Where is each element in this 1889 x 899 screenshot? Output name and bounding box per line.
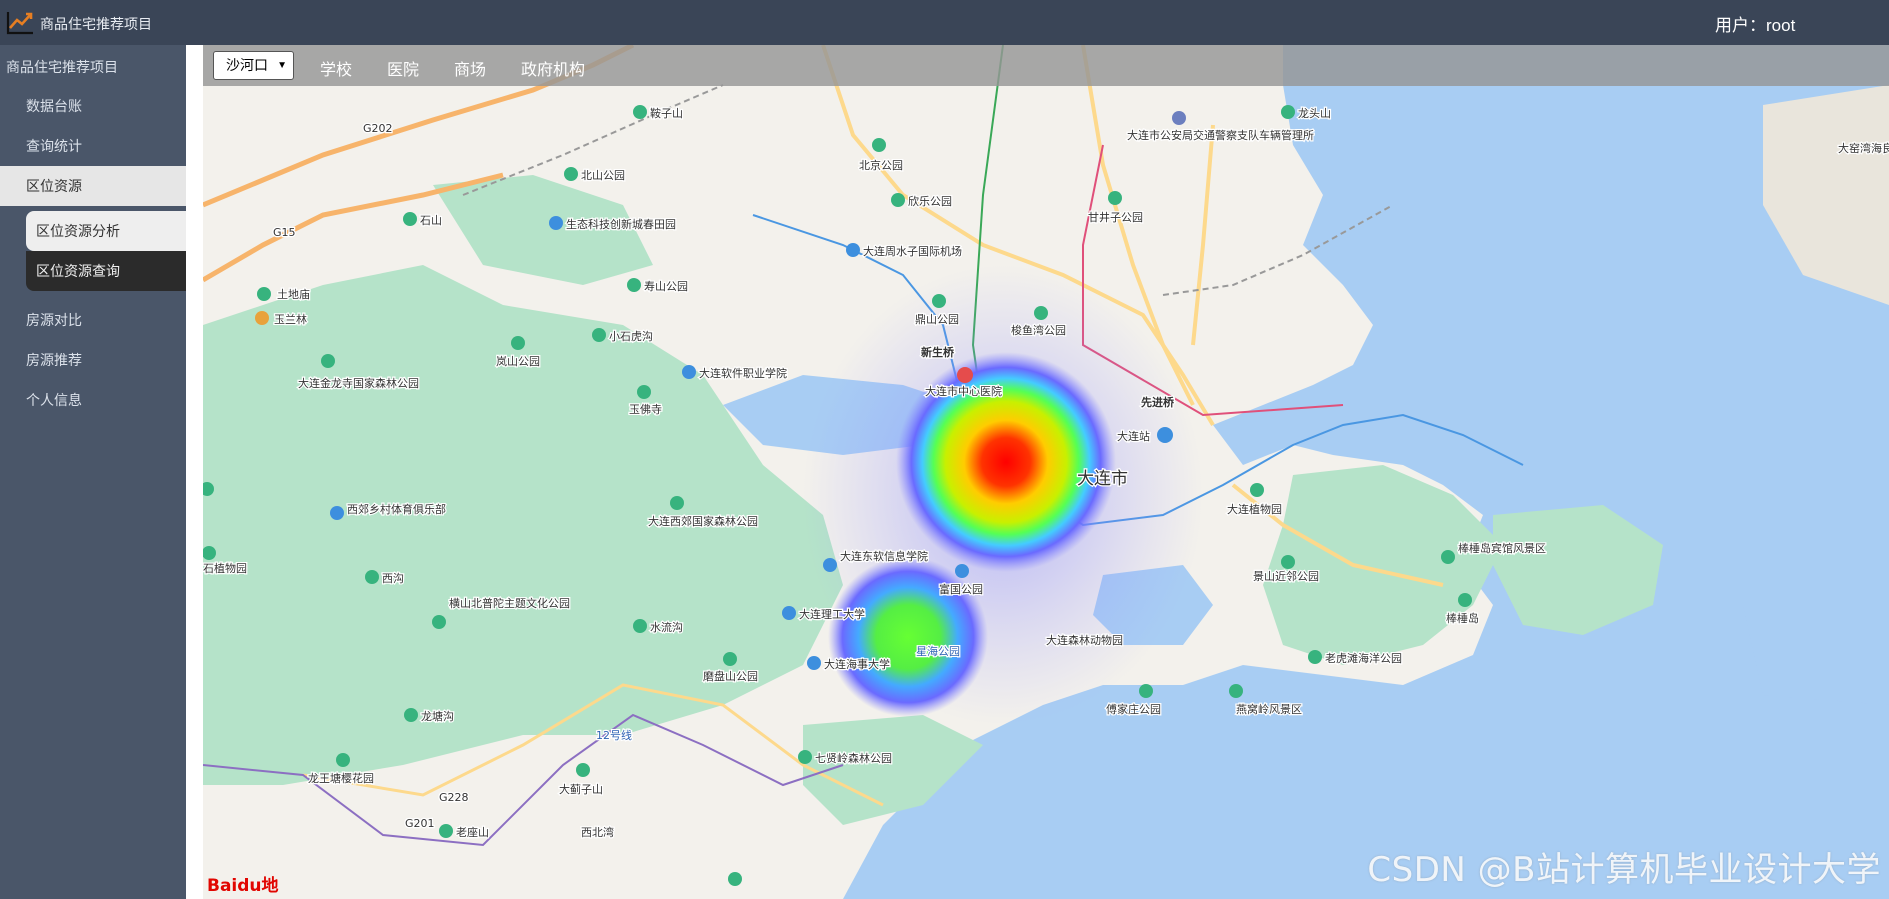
map-label: 鼎山公园: [915, 313, 959, 326]
sidebar-subitem-location-query[interactable]: 区位资源查询: [26, 251, 186, 291]
map-label: 大连植物园: [1227, 502, 1282, 516]
gov-marker: [1172, 111, 1186, 125]
map-label: 梭鱼湾公园: [1011, 323, 1066, 337]
map-label: 新生桥: [921, 345, 955, 359]
content-gutter: [186, 45, 203, 899]
district-select[interactable]: 沙河口 ▼: [213, 51, 294, 80]
map-label: 大连理工大学: [799, 607, 865, 621]
filter-hospital-link[interactable]: 医院: [387, 56, 419, 80]
station-marker: [1157, 427, 1173, 443]
sidebar-item-housing-recommend[interactable]: 房源推荐: [0, 340, 186, 380]
map-label: 大连市: [1077, 469, 1128, 489]
map-label: 大连市公安局交通警察支队车辆管理所: [1127, 128, 1314, 142]
map-label: 大连市中心医院: [925, 384, 1002, 398]
map-label: 七贤岭森林公园: [815, 751, 892, 765]
hospital-marker: [957, 367, 973, 383]
sidebar-item-location-resources[interactable]: 区位资源: [0, 166, 186, 206]
map-label: 玉佛寺: [629, 403, 662, 416]
map-label: 西北湾: [581, 825, 614, 839]
map-label: 生态科技创新城春田园: [566, 217, 676, 231]
map-label: 寿山公园: [644, 279, 688, 293]
map-label: G228: [439, 791, 469, 804]
map-label: 星海公园: [916, 644, 960, 658]
sidebar: 商品住宅推荐项目 数据台账 查询统计 区位资源 区位资源分析 区位资源查询 房源…: [0, 45, 186, 899]
map-label: 大窑湾海良港办: [1838, 141, 1889, 155]
map-label: 先进桥: [1141, 395, 1175, 409]
road-main-3: [1191, 124, 1215, 346]
map-label: 大连东软信息学院: [840, 549, 928, 563]
map-canvas[interactable]: 鞍子山 北山公园 石山 生态科技创新城春田园 土地庙 玉兰林 寿山公园 大连金龙…: [203, 45, 1889, 899]
map-label: 玉兰林: [274, 312, 307, 326]
map-label: 大连森林动物园: [1046, 633, 1123, 647]
sidebar-item-personal-info[interactable]: 个人信息: [0, 380, 186, 420]
filter-school-link[interactable]: 学校: [320, 56, 352, 80]
map-label: 大连站: [1117, 429, 1150, 443]
filter-mall-link[interactable]: 商场: [454, 56, 486, 80]
map-label: 龙王塘樱花园: [308, 771, 374, 785]
map-label: 大蓟子山: [559, 782, 603, 796]
map-label: 西沟: [382, 572, 404, 585]
baidu-attribution: Baidu地图: [207, 876, 279, 896]
map-label: 老虎滩海洋公园: [1325, 651, 1402, 665]
map-label: 西郊乡村体育俱乐部: [347, 502, 446, 516]
map-label: 棒棰岛宾馆风景区: [1458, 541, 1546, 555]
map-label: 欣乐公园: [908, 194, 952, 208]
map-label: G201: [405, 817, 435, 830]
trend-chart-icon: [6, 12, 33, 35]
map-label: 棒棰岛: [1446, 611, 1479, 625]
sidebar-subitem-location-analysis[interactable]: 区位资源分析: [26, 211, 186, 251]
map-label: 小石虎沟: [609, 330, 653, 343]
map-label: 大连周水子国际机场: [863, 244, 962, 258]
temple-marker: [255, 311, 269, 325]
map-label: 石山: [420, 214, 442, 227]
heat-spot-secondary: [828, 557, 988, 717]
map-label: 龙头山: [1298, 107, 1331, 120]
map-label: 龙塘沟: [421, 709, 454, 723]
map-label: 甘井子公园: [1088, 210, 1143, 224]
map-label: 北京公园: [859, 158, 903, 172]
map-label: 水流沟: [650, 620, 683, 634]
map-label: 横山北普陀主题文化公园: [449, 596, 570, 610]
map-label: 燕窝岭风景区: [1236, 702, 1302, 716]
sidebar-item-housing-compare[interactable]: 房源对比: [0, 300, 186, 340]
map-view[interactable]: 鞍子山 北山公园 石山 生态科技创新城春田园 土地庙 玉兰林 寿山公园 大连金龙…: [203, 45, 1889, 899]
district-select-value: 沙河口: [226, 57, 268, 73]
filter-government-link[interactable]: 政府机构: [521, 56, 585, 80]
map-label: 鞍子山: [650, 106, 683, 120]
map-label: 老座山: [456, 825, 489, 839]
map-label: 北山公园: [581, 169, 625, 182]
map-label: 磨盘山公园: [703, 669, 758, 683]
user-label[interactable]: 用户：root: [1715, 11, 1795, 36]
map-label: 土地庙: [277, 287, 310, 301]
map-label: 岚山公园: [496, 355, 540, 368]
map-toolbar: 沙河口 ▼ 学校 医院 商场 政府机构: [203, 45, 1889, 86]
chevron-down-icon: ▼: [277, 60, 287, 71]
sidebar-item-data-ledger[interactable]: 数据台账: [0, 86, 186, 126]
sidebar-project-label[interactable]: 商品住宅推荐项目: [6, 57, 118, 77]
map-label: 大连海事大学: [824, 657, 890, 671]
sidebar-item-query-statistics[interactable]: 查询统计: [0, 126, 186, 166]
map-label: 景山近邻公园: [1253, 570, 1319, 583]
watermark: CSDN @B站计算机毕业设计大学: [1367, 850, 1881, 890]
map-label: 傅家庄公园: [1106, 702, 1161, 716]
map-label: 大连西郊国家森林公园: [648, 514, 758, 528]
map-label: 12号线: [596, 728, 632, 742]
map-label: 大连软件职业学院: [699, 366, 787, 380]
map-label: 大连金龙寺国家森林公园: [298, 376, 419, 390]
map-label: 石植物园: [203, 561, 247, 575]
app-title: 商品住宅推荐项目: [40, 16, 152, 32]
baidu-map-logo[interactable]: Baidu地图: [207, 871, 279, 897]
map-label: G15: [273, 226, 296, 239]
top-bar: 商品住宅推荐项目 用户：root: [0, 0, 1889, 45]
map-label: 富国公园: [939, 582, 983, 596]
map-label: G202: [363, 122, 393, 135]
